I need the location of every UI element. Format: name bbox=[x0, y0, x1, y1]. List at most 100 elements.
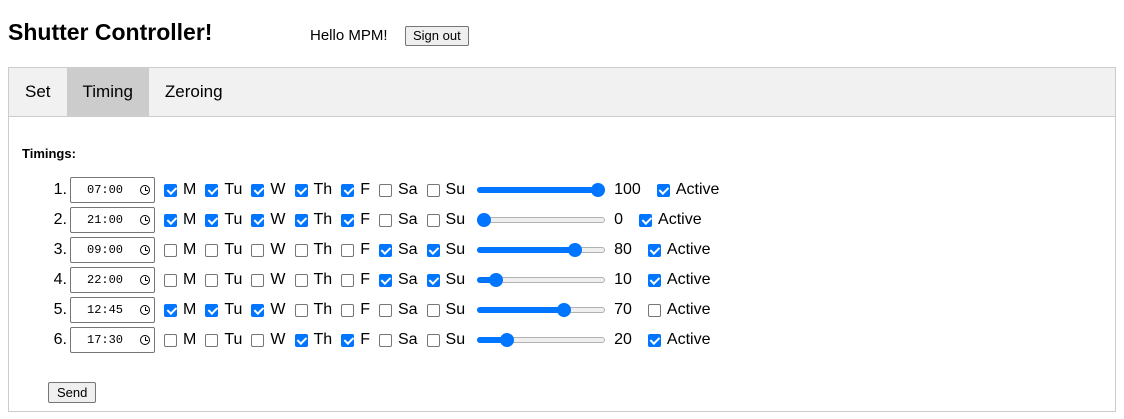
day-checkbox-tue[interactable] bbox=[205, 213, 219, 227]
active-checkbox[interactable] bbox=[647, 333, 661, 347]
day-checkbox-sat[interactable] bbox=[378, 183, 392, 197]
day-checkbox-wed[interactable] bbox=[251, 213, 265, 227]
day-checkbox-sun[interactable] bbox=[426, 333, 440, 347]
day-checkbox-sun[interactable] bbox=[426, 273, 440, 287]
day-checkbox-wed[interactable] bbox=[251, 303, 265, 317]
day-checkbox-fri[interactable] bbox=[341, 183, 355, 197]
sign-out-button[interactable]: Sign out bbox=[405, 26, 469, 46]
day-checkbox-thu[interactable] bbox=[294, 243, 308, 257]
slider-thumb[interactable] bbox=[477, 213, 492, 227]
day-toggle-sat: Sa bbox=[378, 301, 418, 319]
slider-thumb[interactable] bbox=[488, 273, 503, 287]
time-input[interactable]: 17:30 bbox=[70, 327, 155, 353]
day-checkbox-mon[interactable] bbox=[164, 303, 177, 317]
slider-thumb[interactable] bbox=[568, 243, 583, 257]
day-checkbox-fri[interactable] bbox=[341, 273, 355, 287]
day-checkbox-sun[interactable] bbox=[426, 213, 440, 227]
day-checkbox-thu[interactable] bbox=[294, 183, 308, 197]
day-checkbox-tue[interactable] bbox=[205, 273, 219, 287]
day-checkbox-sat[interactable] bbox=[378, 213, 392, 227]
level-slider[interactable] bbox=[477, 182, 606, 198]
day-label: Tu bbox=[224, 271, 243, 288]
day-checkbox-sat[interactable] bbox=[378, 243, 392, 257]
day-checkbox-sat[interactable] bbox=[378, 273, 392, 287]
day-label: Th bbox=[313, 271, 333, 288]
day-checkbox-thu[interactable] bbox=[294, 213, 308, 227]
day-checkbox-mon[interactable] bbox=[164, 183, 177, 197]
send-button[interactable]: Send bbox=[48, 382, 97, 403]
day-checkbox-wed[interactable] bbox=[251, 243, 265, 257]
day-toggle-thu: Th bbox=[294, 211, 332, 229]
slider-thumb[interactable] bbox=[556, 303, 571, 317]
time-input[interactable]: 22:00 bbox=[70, 267, 155, 293]
day-checkbox-mon[interactable] bbox=[164, 213, 177, 227]
day-toggle-fri: F bbox=[341, 271, 370, 289]
day-checkbox-sun[interactable] bbox=[426, 303, 440, 317]
day-label: W bbox=[270, 241, 286, 258]
tab-zeroing[interactable]: Zeroing bbox=[149, 68, 239, 116]
slider-thumb[interactable] bbox=[591, 183, 606, 197]
timings-heading: Timings: bbox=[22, 146, 76, 161]
day-label: W bbox=[270, 181, 286, 198]
day-checkbox-thu[interactable] bbox=[294, 333, 308, 347]
day-toggle-tue: Tu bbox=[205, 331, 242, 349]
time-input[interactable]: 21:00 bbox=[70, 207, 155, 233]
day-checkbox-tue[interactable] bbox=[205, 303, 219, 317]
day-checkbox-fri[interactable] bbox=[341, 243, 355, 257]
level-slider[interactable] bbox=[477, 272, 606, 288]
active-toggle: Active bbox=[647, 271, 711, 289]
clock-icon[interactable] bbox=[140, 335, 150, 345]
time-value: 07:00 bbox=[87, 183, 124, 197]
active-label: Active bbox=[666, 271, 711, 288]
level-slider[interactable] bbox=[477, 332, 606, 348]
day-checkbox-sun[interactable] bbox=[426, 243, 440, 257]
active-checkbox[interactable] bbox=[647, 303, 661, 317]
clock-icon[interactable] bbox=[140, 275, 150, 285]
timing-row: 5. 12:45 M Tu W Th F Sa Su 70 Active bbox=[9, 297, 711, 323]
active-checkbox[interactable] bbox=[656, 183, 670, 197]
day-checkbox-wed[interactable] bbox=[251, 333, 265, 347]
level-slider[interactable] bbox=[477, 212, 606, 228]
day-checkbox-sun[interactable] bbox=[426, 183, 440, 197]
day-toggle-tue: Tu bbox=[205, 301, 242, 319]
day-checkbox-sat[interactable] bbox=[378, 333, 392, 347]
day-checkbox-sat[interactable] bbox=[378, 303, 392, 317]
active-checkbox[interactable] bbox=[639, 213, 653, 227]
day-label: Sa bbox=[397, 211, 418, 228]
day-label: Tu bbox=[224, 211, 243, 228]
day-checkbox-thu[interactable] bbox=[294, 303, 308, 317]
clock-icon[interactable] bbox=[140, 245, 150, 255]
time-input[interactable]: 07:00 bbox=[70, 177, 155, 203]
active-label: Active bbox=[666, 331, 711, 348]
level-slider[interactable] bbox=[477, 302, 606, 318]
day-toggle-fri: F bbox=[341, 181, 370, 199]
clock-icon[interactable] bbox=[140, 215, 150, 225]
day-checkbox-mon[interactable] bbox=[164, 333, 177, 347]
day-checkbox-wed[interactable] bbox=[251, 273, 265, 287]
tab-timing[interactable]: Timing bbox=[66, 68, 149, 116]
day-checkbox-wed[interactable] bbox=[251, 183, 265, 197]
time-value: 17:30 bbox=[87, 333, 124, 347]
active-checkbox[interactable] bbox=[647, 273, 661, 287]
time-input[interactable]: 12:45 bbox=[70, 297, 155, 323]
slider-thumb[interactable] bbox=[499, 333, 514, 347]
day-checkbox-fri[interactable] bbox=[341, 213, 355, 227]
tab-set[interactable]: Set bbox=[9, 68, 67, 116]
row-index: 6. bbox=[53, 331, 67, 348]
day-checkbox-thu[interactable] bbox=[294, 273, 308, 287]
day-checkbox-tue[interactable] bbox=[205, 243, 219, 257]
active-toggle: Active bbox=[647, 331, 711, 349]
level-slider[interactable] bbox=[477, 242, 606, 258]
day-checkbox-tue[interactable] bbox=[205, 183, 219, 197]
day-checkbox-fri[interactable] bbox=[341, 303, 355, 317]
active-checkbox[interactable] bbox=[647, 243, 661, 257]
day-label: F bbox=[360, 301, 370, 318]
time-input[interactable]: 09:00 bbox=[70, 237, 155, 263]
clock-icon[interactable] bbox=[140, 305, 150, 315]
day-checkbox-mon[interactable] bbox=[164, 273, 177, 287]
clock-icon[interactable] bbox=[140, 185, 150, 195]
day-checkbox-mon[interactable] bbox=[164, 243, 177, 257]
day-toggle-tue: Tu bbox=[205, 271, 242, 289]
day-checkbox-tue[interactable] bbox=[205, 333, 219, 347]
day-checkbox-fri[interactable] bbox=[341, 333, 355, 347]
